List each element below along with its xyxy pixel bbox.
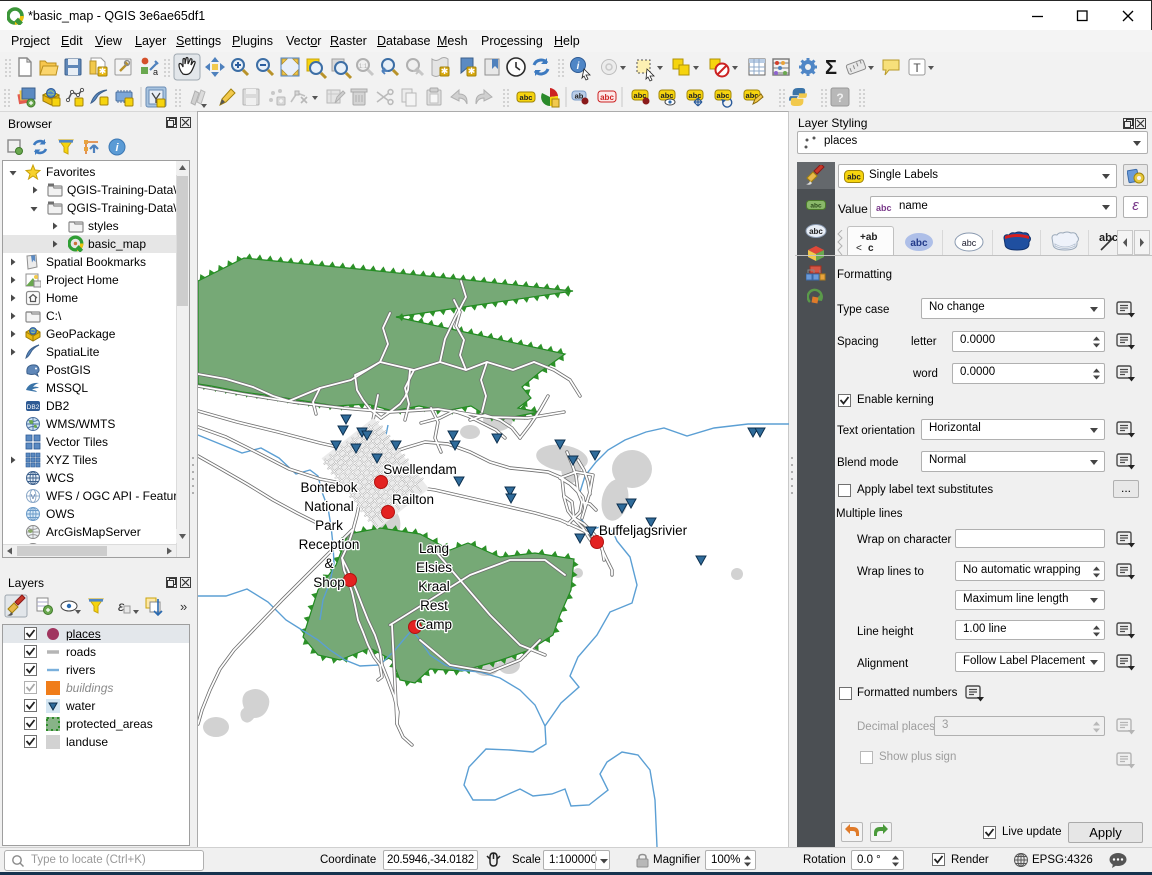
svg-text:Rest: Rest [420, 598, 448, 613]
svg-text:Swellendam: Swellendam [383, 462, 457, 477]
svg-text:abc: abc [810, 203, 822, 210]
svg-text:Railton: Railton [392, 492, 434, 507]
svg-text:National: National [304, 499, 354, 514]
svg-text:✱: ✱ [99, 66, 107, 76]
svg-text:✱: ✱ [468, 66, 476, 76]
svg-text:i: i [577, 61, 580, 72]
svg-text:?: ? [836, 91, 843, 105]
svg-text:Reception: Reception [299, 537, 360, 552]
svg-text:»: » [180, 599, 187, 614]
svg-text:Park: Park [315, 518, 343, 533]
svg-text:abc: abc [809, 227, 823, 236]
svg-text:Shop: Shop [313, 575, 345, 590]
svg-text:&: & [324, 556, 333, 571]
svg-text:abc: abc [600, 93, 614, 102]
svg-text:Lang: Lang [419, 541, 449, 556]
svg-text:<: < [856, 243, 862, 254]
svg-text:abc: abc [876, 203, 892, 213]
svg-text:+ab: +ab [860, 232, 878, 243]
svg-text:Kraal: Kraal [418, 579, 450, 594]
svg-text:abc: abc [910, 238, 928, 249]
svg-text:abc: abc [962, 238, 977, 248]
svg-text:Σ: Σ [825, 57, 837, 79]
svg-text:abc: abc [847, 173, 861, 182]
svg-text:Camp: Camp [416, 617, 452, 632]
svg-text:1:1: 1:1 [359, 64, 368, 70]
svg-text:c: c [868, 243, 874, 254]
svg-text:Buffeljagsrivier: Buffeljagsrivier [599, 523, 688, 538]
svg-text:a: a [153, 67, 158, 77]
svg-text:T: T [913, 61, 921, 75]
svg-text:✱: ✱ [441, 66, 449, 76]
svg-text:Elsies: Elsies [416, 560, 452, 575]
svg-text:Bontebok: Bontebok [300, 480, 357, 495]
